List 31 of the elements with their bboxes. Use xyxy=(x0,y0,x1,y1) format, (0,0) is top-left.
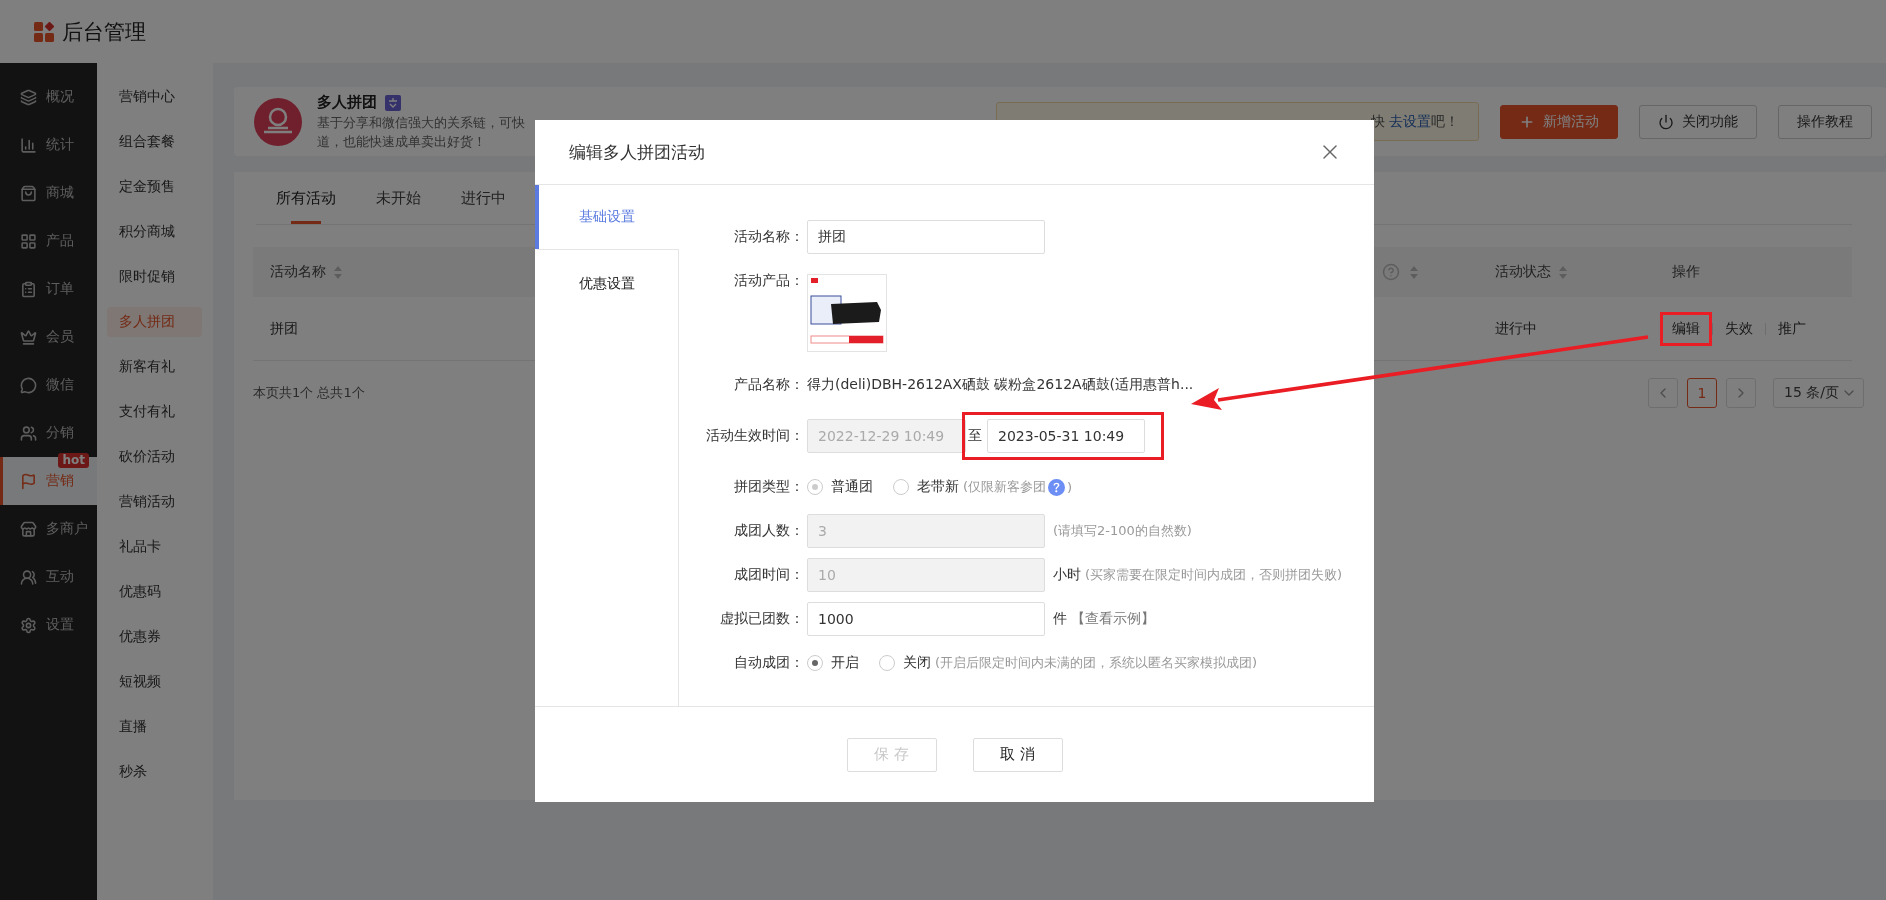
unit-label: 小时 xyxy=(1053,566,1081,584)
app-title: 后台管理 xyxy=(62,18,146,46)
field-label: 活动产品： xyxy=(733,271,805,290)
dialog-title: 编辑多人拼团活动 xyxy=(569,140,705,164)
column-header: 操作 xyxy=(1672,263,1700,281)
field-label: 成团时间： xyxy=(733,566,805,584)
field-hint: (仅限新客参团 xyxy=(963,478,1047,496)
field-label: 拼团类型： xyxy=(733,478,805,496)
product-name-text: 得力(deli)DBH-2612AX硒鼓 碳粉盒2612A硒鼓(适用惠普h... xyxy=(807,376,1194,394)
field-hint: (请填写2-100的自然数) xyxy=(1053,522,1192,540)
notice-text: 吧！ xyxy=(1431,112,1459,131)
table-cell-text: 进行中 xyxy=(1494,319,1538,338)
field-label: 活动生效时间： xyxy=(705,427,805,445)
range-separator: 至 xyxy=(968,427,982,445)
column-header: 活动名称 xyxy=(270,263,326,281)
plugin-description: 道，也能快速成单卖出好货！ xyxy=(317,133,487,150)
field-label: 虚拟已团数： xyxy=(719,610,805,628)
unit-label: 件 xyxy=(1053,610,1067,628)
plugin-description: 基于分享和微信强大的关系链，可快 xyxy=(317,114,525,131)
hot-badge: hot xyxy=(58,453,89,468)
field-hint: (买家需要在限定时间内成团，否则拼团失败) xyxy=(1085,566,1343,584)
column-header: 活动状态 xyxy=(1495,263,1551,281)
field-hint: (开启后限定时间内未满的团，系统以匿名买家模拟成团) xyxy=(935,654,1258,672)
field-label: 活动名称： xyxy=(733,228,805,246)
field-label: 产品名称： xyxy=(733,376,805,394)
hint-bracket: ) xyxy=(1067,479,1073,495)
plugin-title: 多人拼团 xyxy=(317,93,377,112)
field-label: 自动成团： xyxy=(733,654,805,672)
field-label: 成团人数： xyxy=(733,522,805,540)
page-summary: 本页共1个 总共1个 xyxy=(253,384,365,402)
table-cell-text: 拼团 xyxy=(269,319,299,338)
